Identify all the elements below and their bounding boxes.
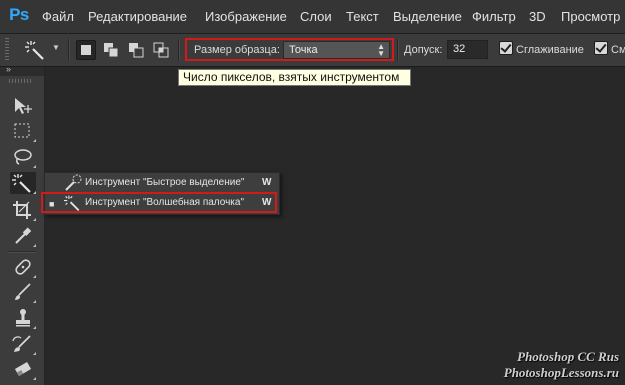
magic-wand-icon [25, 41, 44, 60]
tolerance-input[interactable]: 32 [447, 40, 488, 59]
menu-select[interactable]: Выделение [393, 9, 462, 24]
anti-alias-label: Сглаживание [516, 44, 584, 56]
submenu-corner [33, 326, 36, 329]
lasso-icon [14, 149, 32, 165]
menu-3d[interactable]: 3D [529, 9, 546, 24]
intersect-with-selection-icon [153, 42, 169, 58]
tool-move[interactable] [10, 95, 36, 117]
submenu-corner [33, 275, 36, 278]
flyout-item-shortcut: W [262, 177, 272, 188]
separator [68, 39, 70, 61]
rectangular-marquee-icon [14, 123, 30, 138]
tool-eraser[interactable] [10, 358, 36, 380]
submenu-corner [33, 218, 36, 221]
tool-lasso[interactable] [10, 146, 36, 168]
add-to-selection-icon [104, 43, 119, 58]
menu-edit[interactable]: Редактирование [88, 9, 187, 24]
clone-stamp-icon [16, 309, 30, 327]
add-to-selection-button[interactable] [101, 40, 121, 60]
new-selection-icon [81, 45, 91, 55]
watermark-line2: PhotoshopLessons.ru [503, 365, 619, 380]
eyedropper-icon [15, 227, 32, 244]
quick-selection-icon [65, 174, 82, 191]
menu-type[interactable]: Текст [346, 9, 379, 24]
tools-panel-header[interactable]: » [0, 64, 44, 76]
separator [178, 39, 180, 61]
separator [397, 39, 399, 61]
menu-file[interactable]: Файл [42, 9, 74, 24]
anti-alias-checkbox[interactable] [499, 41, 513, 55]
healing-brush-icon [15, 259, 31, 275]
submenu-corner [33, 300, 36, 303]
flyout-item-label: Инструмент "Быстрое выделение" [85, 177, 245, 188]
tool-clone-stamp[interactable] [10, 307, 36, 329]
collapse-icon[interactable]: » [6, 64, 11, 74]
submenu-corner [33, 139, 36, 142]
separator [8, 251, 36, 253]
submenu-corner [33, 244, 36, 247]
new-selection-button[interactable] [76, 40, 96, 60]
submenu-corner [33, 191, 36, 194]
tool-crop[interactable] [10, 199, 36, 221]
submenu-corner [33, 377, 36, 380]
tool-healing-brush[interactable] [10, 256, 36, 278]
submenu-corner [33, 352, 36, 355]
subtract-from-selection-button[interactable] [126, 40, 146, 60]
watermark-line1: Photoshop CC Rus [517, 349, 619, 364]
menu-bar: Ps Файл Редактирование Изображение Слои … [0, 0, 625, 34]
tool-brush[interactable] [10, 281, 36, 303]
tools-panel-grip[interactable] [9, 79, 33, 83]
menu-filter[interactable]: Фильтр [472, 9, 516, 24]
history-brush-icon [12, 335, 31, 352]
crop-icon [13, 201, 31, 219]
flyout-item-quick-selection[interactable]: Инструмент "Быстрое выделение" W [45, 173, 279, 193]
sample-size-tooltip: Число пикселов, взятых инструментом [178, 69, 411, 86]
up-down-arrows-icon: ▲ ▼ [377, 42, 385, 58]
sample-size-select[interactable]: Точка ▲ ▼ [283, 41, 390, 59]
sample-size-value: Точка [289, 44, 318, 56]
menu-layers[interactable]: Слои [300, 9, 332, 24]
brush-icon [15, 283, 31, 300]
contiguous-label: См [611, 44, 625, 56]
intersect-with-selection-button[interactable] [151, 40, 171, 60]
move-icon [15, 98, 32, 114]
chevron-down-icon: ▼ [52, 43, 60, 52]
options-bar-grip[interactable] [5, 38, 9, 62]
tool-preset-picker[interactable]: ▼ [24, 39, 64, 61]
tool-magic-wand[interactable] [10, 172, 36, 194]
submenu-corner [33, 165, 36, 168]
magic-wand-highlight [41, 192, 277, 213]
tools-panel: » [0, 64, 45, 385]
tolerance-label: Допуск: [404, 44, 443, 56]
tool-eyedropper[interactable] [10, 225, 36, 247]
contiguous-checkbox[interactable] [594, 41, 608, 55]
eraser-icon [14, 362, 32, 376]
tool-marquee[interactable] [10, 120, 36, 142]
tool-history-brush[interactable] [10, 333, 36, 355]
subtract-from-selection-icon [129, 43, 144, 58]
photoshop-logo: Ps [9, 5, 29, 24]
menu-image[interactable]: Изображение [205, 9, 287, 24]
menu-view[interactable]: Просмотр [561, 9, 620, 24]
magic-wand-icon [12, 174, 31, 193]
